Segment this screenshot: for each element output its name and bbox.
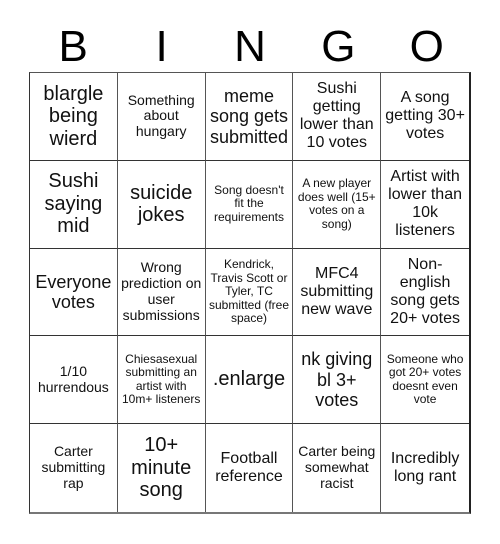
- bingo-cell[interactable]: suicide jokes: [117, 160, 206, 249]
- bingo-cell[interactable]: meme song gets submitted: [205, 73, 294, 161]
- bingo-cell[interactable]: A new player does well (15+ votes on a s…: [293, 160, 382, 249]
- bingo-cell[interactable]: Something about hungary: [117, 73, 206, 161]
- bingo-cell[interactable]: Everyone votes: [30, 248, 118, 337]
- bingo-cell[interactable]: Carter being somewhat racist: [293, 424, 382, 512]
- bingo-cell[interactable]: nk giving bl 3+ votes: [293, 336, 382, 425]
- bingo-cell[interactable]: Carter submitting rap: [30, 424, 118, 512]
- bingo-cell[interactable]: Football reference: [206, 424, 294, 512]
- bingo-grid: blargle being wierd Something about hung…: [29, 72, 471, 514]
- bingo-cell[interactable]: .enlarge: [205, 336, 294, 425]
- header-letter-o: O: [409, 22, 444, 71]
- bingo-cell[interactable]: Sushi saying mid: [30, 160, 118, 249]
- bingo-cell[interactable]: 1/10 hurrendous: [30, 336, 118, 425]
- bingo-cell[interactable]: Wrong prediction on user submissions: [117, 248, 206, 337]
- header-letter-b: B: [58, 22, 88, 71]
- bingo-cell[interactable]: Song doesn't fit the requirements: [205, 160, 294, 249]
- bingo-cell[interactable]: MFC4 submitting new wave: [293, 248, 382, 337]
- header-letter-n: N: [234, 22, 266, 71]
- bingo-cell[interactable]: Someone who got 20+ votes doesnt even vo…: [381, 336, 469, 425]
- header-letter-g: G: [321, 22, 356, 71]
- bingo-cell[interactable]: Artist with lower than 10k listeners: [381, 161, 469, 249]
- bingo-cell-free-space[interactable]: Kendrick, Travis Scott or Tyler, TC subm…: [205, 248, 294, 337]
- bingo-cell[interactable]: Incredibly long rant: [381, 424, 469, 512]
- bingo-cell[interactable]: 10+ minute song: [118, 424, 206, 512]
- bingo-cell[interactable]: Sushi getting lower than 10 votes: [293, 73, 382, 161]
- bingo-cell[interactable]: A song getting 30+ votes: [381, 73, 469, 161]
- bingo-cell[interactable]: blargle being wierd: [30, 73, 118, 161]
- header-letter-i: I: [155, 22, 168, 71]
- bingo-cell[interactable]: Chiesasexual submitting an artist with 1…: [117, 336, 206, 425]
- bingo-header: B I N G O: [29, 22, 471, 72]
- bingo-cell[interactable]: Non-english song gets 20+ votes: [381, 249, 469, 337]
